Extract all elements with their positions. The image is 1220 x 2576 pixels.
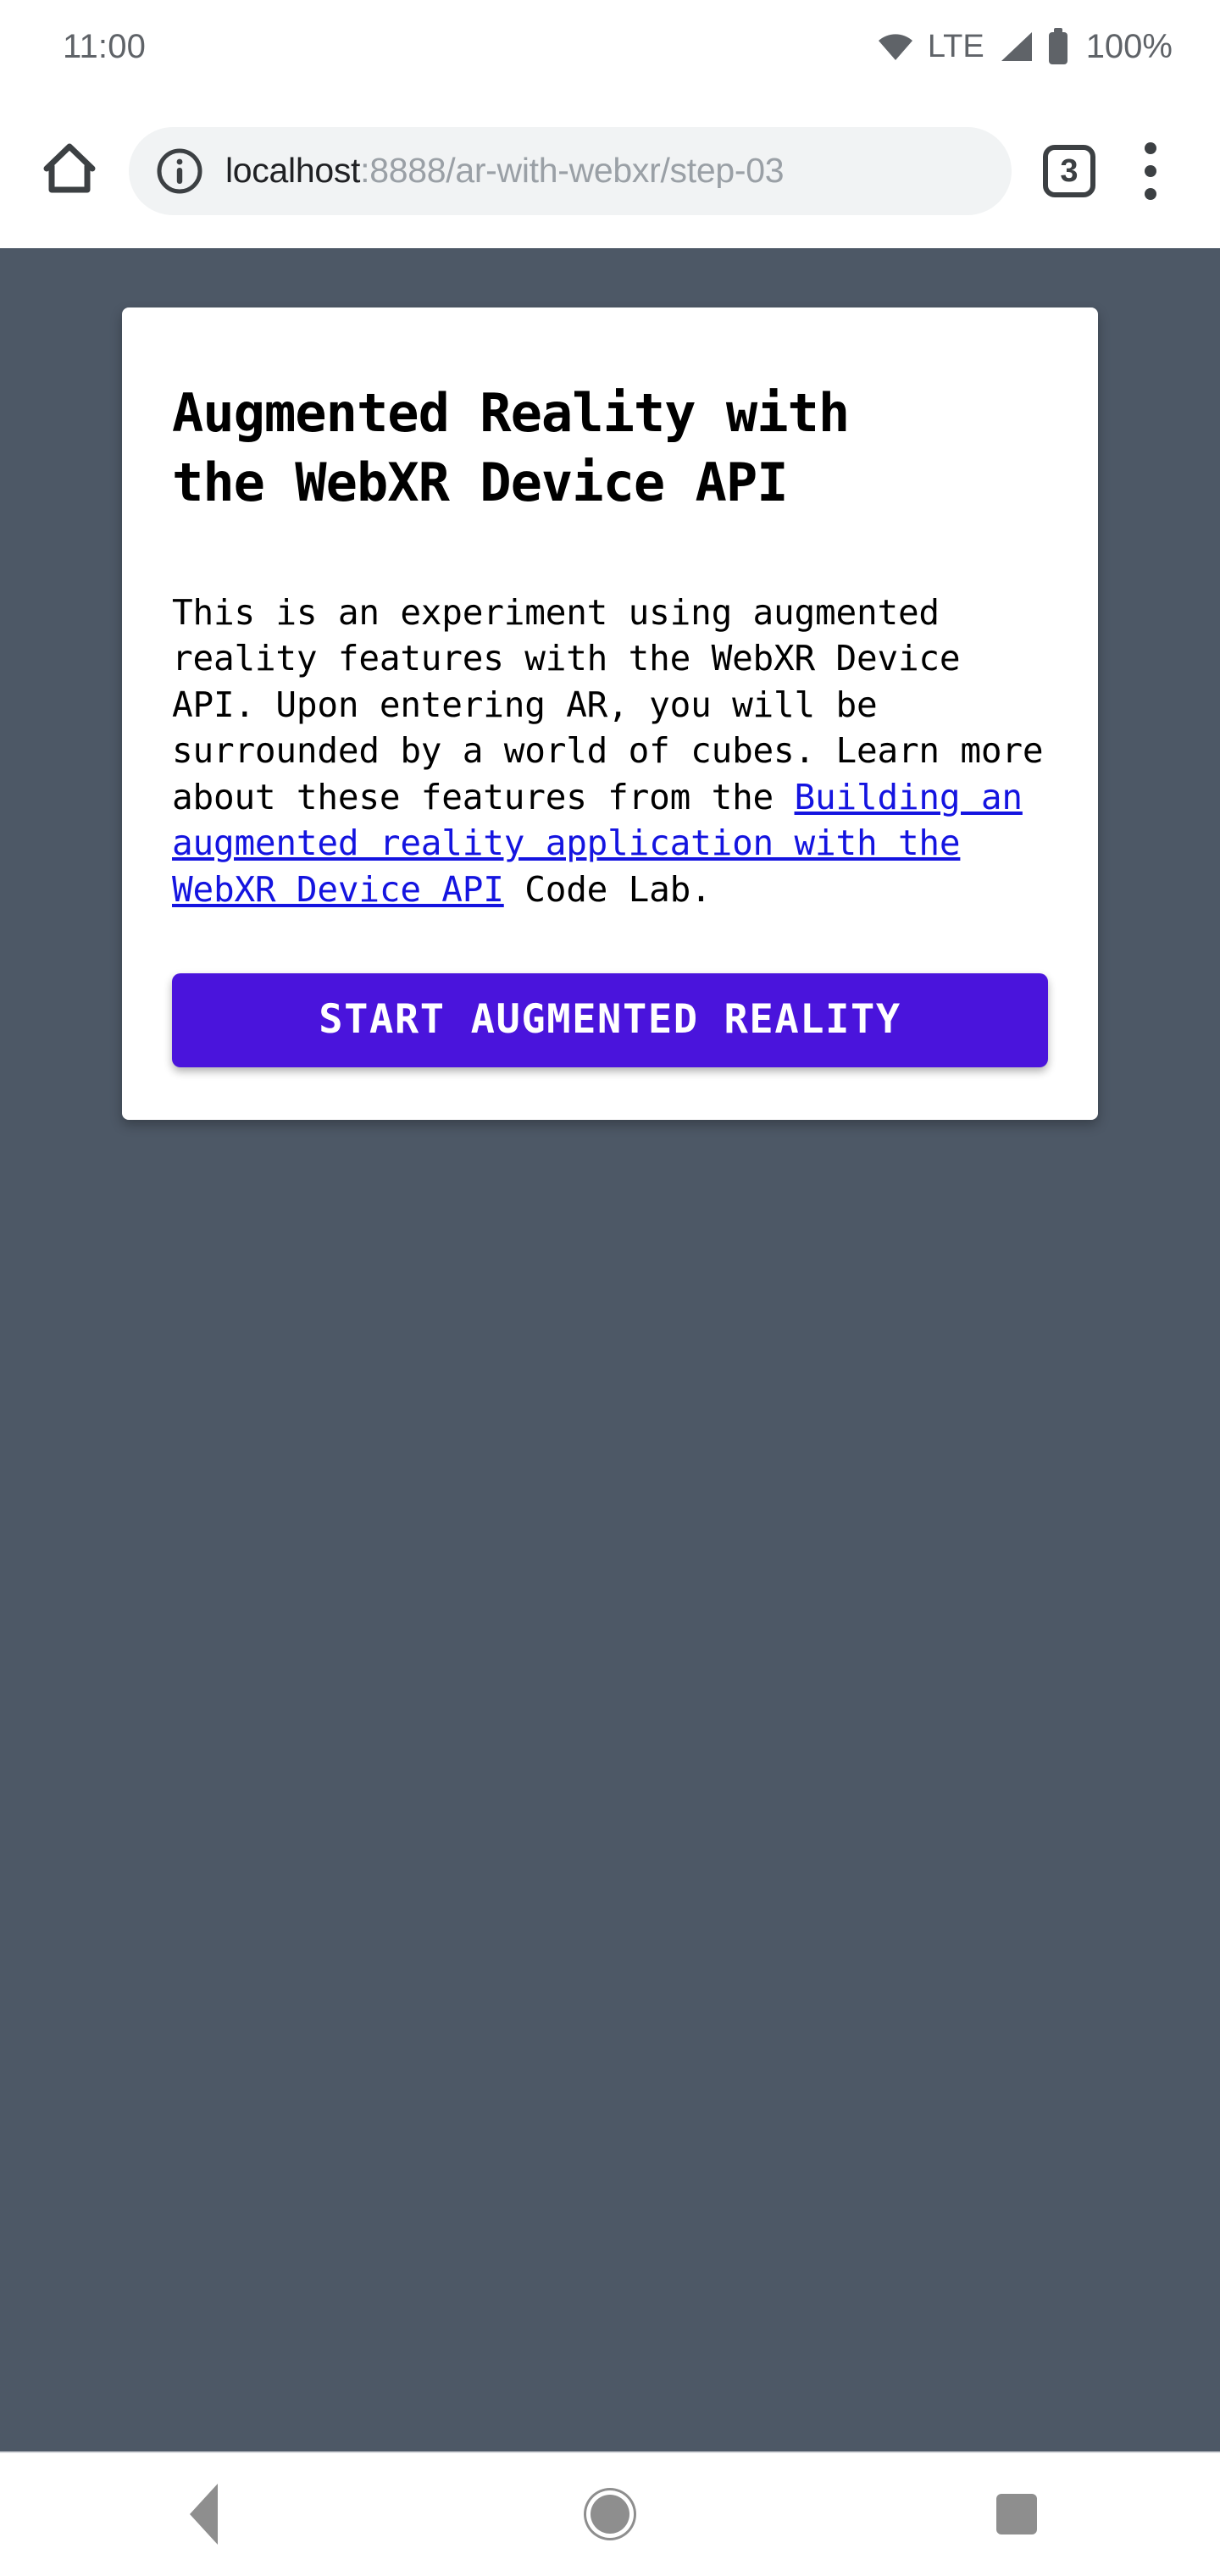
tab-count-badge: 3 xyxy=(1043,144,1095,197)
back-triangle-icon xyxy=(189,2484,218,2545)
description-text-after-link: Code Lab. xyxy=(503,868,712,910)
battery-percent-label: 100% xyxy=(1085,28,1173,65)
system-navigation-bar xyxy=(0,2451,1220,2575)
recents-square-icon xyxy=(996,2494,1037,2534)
battery-full-icon xyxy=(1047,28,1069,65)
status-bar: 11:00 LTE 100% xyxy=(0,0,1220,93)
url-host: localhost xyxy=(225,153,361,188)
page-description: This is an experiment using augmented re… xyxy=(172,590,1048,913)
network-type-label: LTE xyxy=(927,29,984,64)
phone-screen: 11:00 LTE 100% localhost:8888/ar-with-we… xyxy=(0,0,1220,2575)
browser-menu-button[interactable] xyxy=(1110,130,1191,212)
wifi-icon xyxy=(877,32,914,61)
page-info-icon[interactable] xyxy=(156,147,203,195)
home-circle-icon xyxy=(591,2495,629,2534)
content-card: Augmented Reality with the WebXR Device … xyxy=(122,307,1098,1121)
browser-toolbar: localhost:8888/ar-with-webxr/step-03 3 xyxy=(0,93,1220,248)
home-icon xyxy=(42,141,97,201)
home-button[interactable] xyxy=(29,130,110,212)
tab-count-label: 3 xyxy=(1060,152,1079,189)
signal-bars-icon xyxy=(998,30,1034,63)
nav-back-button[interactable] xyxy=(119,2452,288,2576)
page-title: Augmented Reality with the WebXR Device … xyxy=(172,382,850,513)
nav-recents-button[interactable] xyxy=(932,2452,1101,2576)
start-augmented-reality-button[interactable]: START AUGMENTED REALITY xyxy=(172,973,1048,1068)
nav-home-button[interactable] xyxy=(525,2452,695,2576)
status-clock: 11:00 xyxy=(63,28,147,65)
tab-switcher-button[interactable]: 3 xyxy=(1029,130,1110,212)
page-viewport: Augmented Reality with the WebXR Device … xyxy=(0,248,1220,2451)
address-bar[interactable]: localhost:8888/ar-with-webxr/step-03 xyxy=(129,126,1012,215)
overflow-menu-icon xyxy=(1145,141,1156,200)
status-indicators: LTE 100% xyxy=(877,28,1173,65)
address-bar-url: localhost:8888/ar-with-webxr/step-03 xyxy=(225,153,784,188)
url-path: :8888/ar-with-webxr/step-03 xyxy=(360,153,785,188)
